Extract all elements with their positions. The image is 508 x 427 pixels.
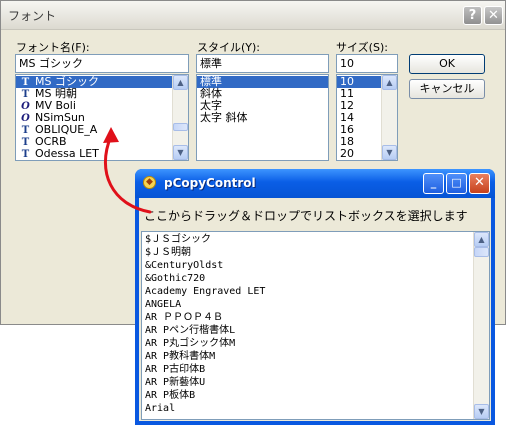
cancel-button[interactable]: キャンセル <box>409 79 485 99</box>
pcopycontrol-titlebar[interactable]: ◆ pCopyControl _ □ ✕ <box>135 169 495 198</box>
font-list-scrollbar[interactable]: ▲ ▼ <box>172 75 188 160</box>
source-font-item[interactable]: AR P教科書体M <box>142 350 474 363</box>
source-font-item[interactable]: ANGELA <box>142 298 474 311</box>
size-label: サイズ(S): <box>336 41 388 54</box>
font-name-input[interactable]: MS ゴシック <box>15 54 189 73</box>
scroll-down-icon[interactable]: ▼ <box>474 404 489 419</box>
scroll-up-icon[interactable]: ▲ <box>474 232 489 247</box>
size-input[interactable]: 10 <box>336 54 398 73</box>
source-font-item[interactable]: $ＪＳ明朝 <box>142 246 474 259</box>
pcopycontrol-window: ◆ pCopyControl _ □ ✕ ここからドラッグ＆ドロップでリストボッ… <box>135 169 495 425</box>
size-list[interactable]: 10 11 12 14 16 18 20 ▲ ▼ <box>336 74 398 161</box>
scroll-down-icon[interactable]: ▼ <box>382 145 397 160</box>
font-list-item-label: Odessa LET <box>35 147 99 160</box>
close-button[interactable]: ✕ <box>484 6 503 25</box>
source-font-item[interactable]: Arial <box>142 402 474 415</box>
window-close-button[interactable]: ✕ <box>469 173 490 194</box>
font-list-item[interactable]: T Odessa LET <box>16 147 173 161</box>
scroll-thumb[interactable] <box>474 247 489 257</box>
pcopycontrol-body: ここからドラッグ＆ドロップでリストボックスを選択します $ＪＳゴシック $ＪＳ明朝… <box>139 198 491 421</box>
source-font-item[interactable]: AR P古印体B <box>142 363 474 376</box>
source-font-item[interactable]: AR Pペン行楷書体L <box>142 324 474 337</box>
source-font-item[interactable]: AR P丸ゴシック体M <box>142 337 474 350</box>
truetype-font-icon: T <box>21 149 30 160</box>
source-font-item[interactable]: AR P新藝体U <box>142 376 474 389</box>
source-font-item[interactable]: AR P板体B <box>142 389 474 402</box>
scroll-thumb[interactable] <box>173 123 188 131</box>
style-label: スタイル(Y): <box>197 41 261 54</box>
window-title: pCopyControl <box>164 176 256 190</box>
source-font-item[interactable]: AR ＰＰＯＰ４Ｂ <box>142 311 474 324</box>
app-icon: ◆ <box>143 176 156 189</box>
instruction-text: ここからドラッグ＆ドロップでリストボックスを選択します <box>144 209 468 223</box>
help-button[interactable]: ? <box>463 6 482 25</box>
style-list-item[interactable]: 太字 斜体 <box>197 112 328 124</box>
font-name-label: フォント名(F): <box>16 41 90 54</box>
style-list[interactable]: 標準 斜体 太字 太字 斜体 <box>196 74 329 161</box>
scroll-up-icon[interactable]: ▲ <box>173 75 188 90</box>
font-dialog-title: フォント <box>8 9 57 23</box>
source-list-scrollbar[interactable]: ▲ ▼ <box>473 232 489 419</box>
font-dialog-titlebar[interactable]: フォント ? ✕ <box>1 1 505 30</box>
style-input[interactable]: 標準 <box>196 54 329 73</box>
source-font-list[interactable]: $ＪＳゴシック $ＪＳ明朝 &CenturyOldst &Gothic720 Acade… <box>141 231 490 420</box>
minimize-button[interactable]: _ <box>423 173 444 194</box>
ok-button[interactable]: OK <box>409 54 485 74</box>
source-font-item[interactable]: $ＪＳゴシック <box>142 233 474 246</box>
scroll-up-icon[interactable]: ▲ <box>382 75 397 90</box>
maximize-button[interactable]: □ <box>446 173 467 194</box>
source-font-item[interactable]: &Gothic720 <box>142 272 474 285</box>
source-font-item[interactable]: &CenturyOldst <box>142 259 474 272</box>
source-font-item[interactable]: Academy Engraved LET <box>142 285 474 298</box>
size-list-item[interactable]: 20 <box>337 148 382 160</box>
size-list-scrollbar[interactable]: ▲ ▼ <box>381 75 397 160</box>
font-name-list[interactable]: T MS ゴシック T MS 明朝 O MV Boli O NSimSun T OBLIQUE_A… <box>15 74 189 161</box>
scroll-down-icon[interactable]: ▼ <box>173 145 188 160</box>
